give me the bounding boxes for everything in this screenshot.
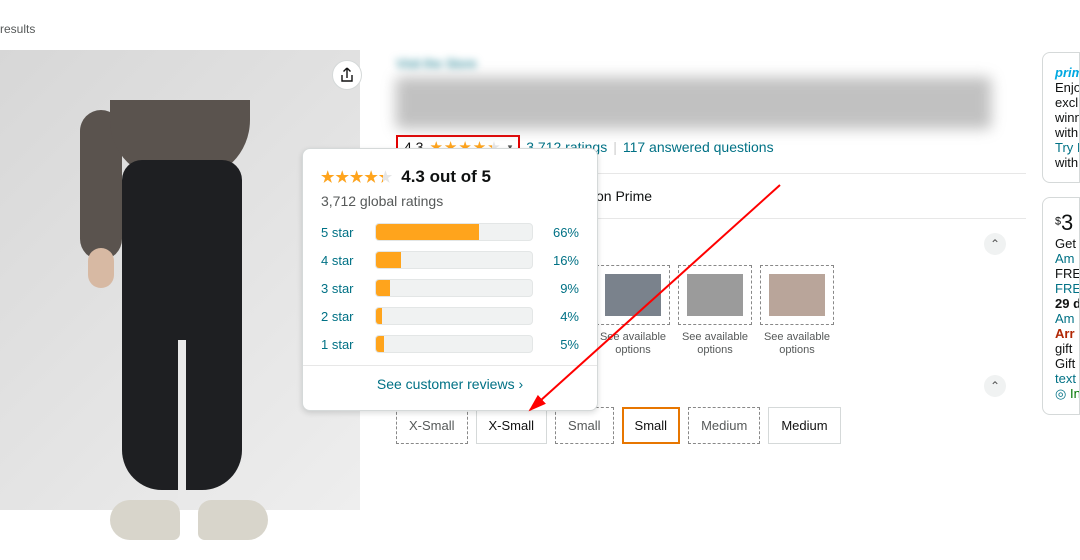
- histogram-star-label: 1 star: [321, 337, 365, 352]
- product-title: [396, 77, 991, 129]
- histogram-pct: 4%: [543, 309, 579, 324]
- histogram-bar: [375, 223, 533, 241]
- swatch-caption: See available options: [760, 331, 834, 357]
- collapse-color-icon[interactable]: ⌃: [984, 233, 1006, 255]
- size-option[interactable]: Small: [555, 407, 614, 444]
- price: 3: [1061, 210, 1073, 235]
- histogram-row[interactable]: 1 star 5%: [321, 335, 579, 353]
- histogram-pct: 5%: [543, 337, 579, 352]
- size-options: X-SmallX-SmallSmallSmallMediumMedium: [396, 407, 1026, 444]
- histogram-star-label: 3 star: [321, 281, 365, 296]
- brand-link[interactable]: Visit the Store: [396, 56, 477, 71]
- histogram-star-label: 5 star: [321, 225, 365, 240]
- rating-histogram: 5 star 66% 4 star 16% 3 star 9% 2 star 4% 1 …: [321, 223, 579, 353]
- histogram-row[interactable]: 5 star 66%: [321, 223, 579, 241]
- size-option[interactable]: Medium: [688, 407, 760, 444]
- answered-questions-link[interactable]: 117 answered questions: [623, 139, 774, 155]
- ratings-popover: ★★★★★ ★★★★★ 4.3 out of 5 3,712 global ra…: [302, 148, 598, 411]
- see-customer-reviews-link[interactable]: See customer reviews ›: [377, 376, 523, 392]
- prime-logo: prime: [1055, 65, 1073, 80]
- histogram-row[interactable]: 4 star 16%: [321, 251, 579, 269]
- histogram-star-label: 2 star: [321, 309, 365, 324]
- histogram-pct: 16%: [543, 253, 579, 268]
- histogram-bar: [375, 251, 533, 269]
- product-photo-figure: [70, 100, 300, 560]
- buy-box: $3 Get Am FRE FRE 29 d Am Arr gift Gift …: [1042, 197, 1080, 415]
- histogram-bar: [375, 307, 533, 325]
- size-option[interactable]: Medium: [768, 407, 840, 444]
- color-swatch[interactable]: See available options: [760, 265, 834, 357]
- histogram-pct: 66%: [543, 225, 579, 240]
- color-swatch[interactable]: See available options: [678, 265, 752, 357]
- size-option[interactable]: X-Small: [396, 407, 468, 444]
- separator: |: [613, 139, 617, 155]
- back-to-results-link[interactable]: results: [0, 22, 35, 36]
- histogram-bar: [375, 279, 533, 297]
- collapse-size-icon[interactable]: ⌃: [984, 375, 1006, 397]
- prime-promo-card[interactable]: prime Enjo excl winn with Try I with: [1042, 52, 1080, 183]
- star-rating-icon: ★★★★★ ★★★★★: [321, 170, 393, 185]
- swatch-caption: See available options: [678, 331, 752, 357]
- share-icon: [340, 67, 354, 83]
- size-option[interactable]: Small: [622, 407, 681, 444]
- stock-status: In: [1070, 386, 1080, 401]
- histogram-pct: 9%: [543, 281, 579, 296]
- popover-score: 4.3 out of 5: [401, 167, 491, 187]
- histogram-row[interactable]: 3 star 9%: [321, 279, 579, 297]
- color-swatch[interactable]: See available options: [596, 265, 670, 357]
- popover-global-count: 3,712 global ratings: [321, 193, 579, 209]
- histogram-star-label: 4 star: [321, 253, 365, 268]
- size-option[interactable]: X-Small: [476, 407, 548, 444]
- swatch-caption: See available options: [596, 331, 670, 357]
- try-prime-link[interactable]: Try I: [1055, 140, 1073, 155]
- share-button[interactable]: [332, 60, 362, 90]
- histogram-bar: [375, 335, 533, 353]
- histogram-row[interactable]: 2 star 4%: [321, 307, 579, 325]
- arrives-label: Arr: [1055, 326, 1073, 341]
